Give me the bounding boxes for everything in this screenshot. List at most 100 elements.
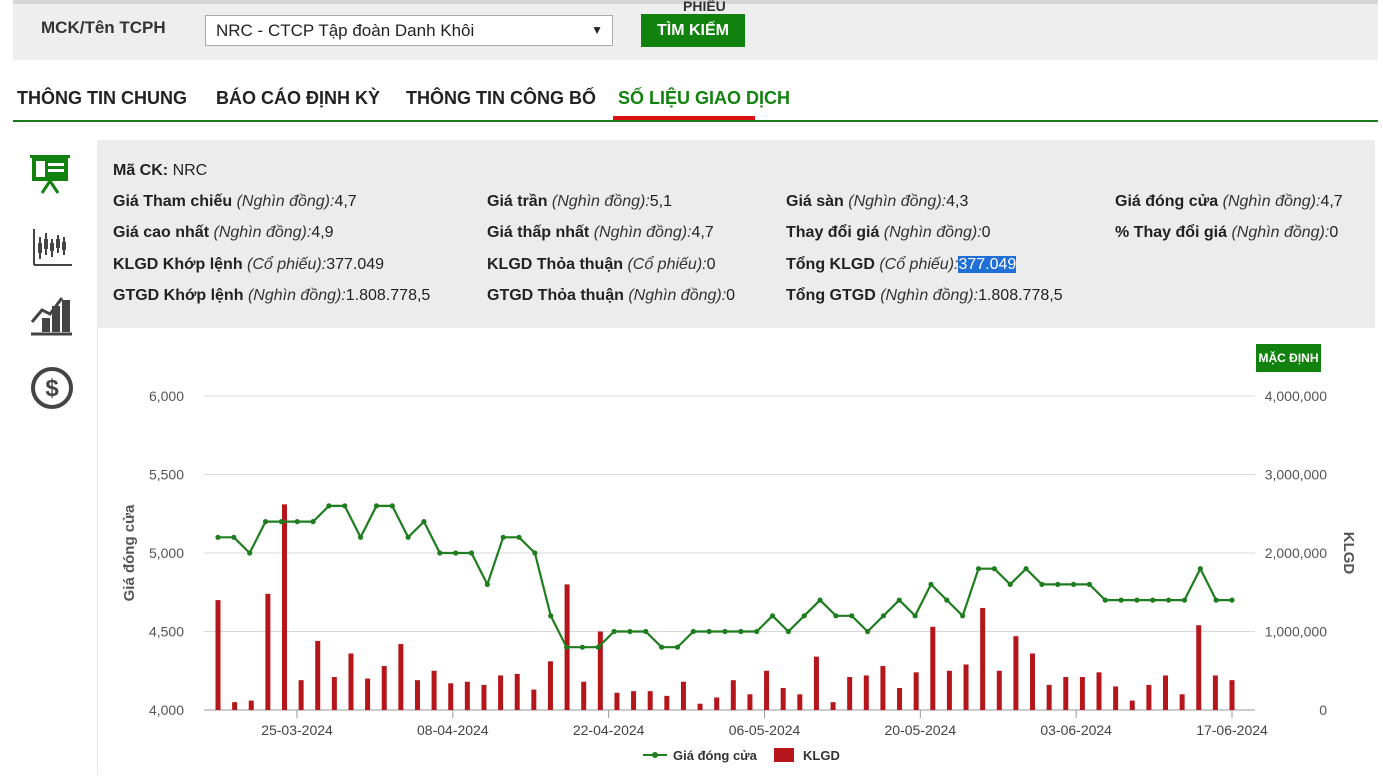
chevron-down-icon: ▼ (591, 23, 603, 37)
price-point (1039, 581, 1045, 587)
price-point (975, 566, 982, 572)
info-field-value: 4,9 (311, 224, 334, 241)
price-point (453, 550, 459, 556)
volume-bar (315, 640, 321, 710)
volume-bar (747, 694, 753, 710)
tab-trading-data[interactable]: SỐ LIỆU GIAO DỊCH (618, 88, 790, 109)
price-point (1181, 597, 1188, 603)
info-field: % Thay đổi giá (Nghìn đồng):0 (1115, 224, 1339, 241)
quote-info-panel: Mã CK: NRC Giá Tham chiếu (Nghìn đồng):4… (97, 140, 1375, 328)
x-tick-label: 08-04-2024 (417, 722, 489, 738)
info-field-value: 4,7 (691, 224, 714, 241)
y2-tick-label: 3,000,000 (1265, 467, 1327, 483)
volume-bar (281, 504, 287, 710)
price-point (278, 519, 284, 525)
default-button[interactable]: MẶC ĐỊNH (1256, 344, 1321, 372)
legend-line-marker (652, 752, 658, 758)
y-tick-label: 4,000 (149, 702, 184, 718)
price-point (801, 613, 807, 619)
info-field: Thay đổi giá (Nghìn đồng):0 (786, 224, 991, 241)
y-tick-label: 5,000 (149, 545, 184, 561)
volume-bar (248, 700, 254, 710)
price-point (1166, 597, 1172, 603)
search-button[interactable]: TÌM KIẾM (641, 14, 745, 47)
price-point (912, 613, 918, 619)
candlestick-chart-icon[interactable] (28, 225, 76, 273)
growth-chart-icon[interactable] (28, 292, 76, 340)
volume-bar (614, 692, 620, 710)
volume-bar (764, 670, 770, 710)
price-point (1023, 566, 1029, 572)
volume-bar (431, 670, 437, 710)
info-field-value: 4,3 (946, 193, 969, 210)
y-tick-label: 5,500 (149, 467, 184, 483)
search-button-overflow-text: PHIẾU (683, 0, 726, 14)
price-point (326, 503, 332, 509)
price-point (421, 519, 427, 525)
price-volume-chart: MẶC ĐỊNH 4,000 4,500 5,000 5,500 6,000 0 1,000… (97, 328, 1376, 775)
volume-bar (1113, 686, 1119, 710)
volume-bar (398, 644, 404, 710)
volume-bar (1079, 677, 1085, 710)
price-point (674, 644, 681, 650)
price-point (405, 534, 411, 540)
price-point (738, 628, 744, 635)
info-field: Giá thấp nhất (Nghìn đồng):4,7 (487, 224, 714, 241)
price-point (1118, 597, 1124, 603)
volume-bar (1030, 653, 1036, 710)
price-point (532, 550, 538, 556)
price-point (833, 613, 839, 619)
volume-bar (1013, 636, 1019, 710)
price-point (817, 597, 823, 603)
price-point (262, 519, 269, 525)
price-point (849, 613, 855, 619)
volume-bar (647, 691, 653, 710)
price-point (215, 534, 221, 540)
x-tick-label: 25-03-2024 (261, 722, 333, 738)
ticker-select-value: NRC - CTCP Tập đoàn Danh Khôi (216, 21, 475, 40)
price-point (468, 550, 475, 556)
info-field: Giá cao nhất (Nghìn đồng):4,9 (113, 224, 334, 241)
tab-disclosures[interactable]: THÔNG TIN CÔNG BỐ (406, 88, 596, 109)
volume-bar (581, 681, 587, 710)
price-point (722, 628, 728, 635)
volume-bar (232, 702, 238, 710)
ticker-select[interactable]: NRC - CTCP Tập đoàn Danh Khôi ▼ (205, 15, 613, 46)
volume-bar (381, 666, 387, 710)
info-field-value: 377.049 (326, 256, 385, 273)
volume-bar (547, 661, 553, 710)
volume-bar (215, 600, 221, 710)
price-point (1102, 597, 1108, 603)
price-point (944, 597, 950, 603)
info-field: GTGD Khớp lệnh (Nghìn đồng):1.808.778,5 (113, 287, 431, 304)
price-point (643, 628, 649, 635)
volume-bar (880, 666, 886, 710)
price-point (928, 581, 934, 587)
legend-label-price: Giá đóng cửa (673, 748, 758, 763)
volume-bar (348, 653, 354, 710)
info-field: Giá sàn (Nghìn đồng):4,3 (786, 193, 969, 210)
search-bar: MCK/Tên TCPH NRC - CTCP Tập đoàn Danh Kh… (13, 0, 1378, 60)
info-field-value: 1.808.778,5 (978, 287, 1063, 304)
price-point (1229, 597, 1235, 603)
price-point (864, 628, 871, 635)
dollar-coin-icon[interactable]: $ (28, 364, 76, 412)
info-field-value: 0 (726, 287, 736, 304)
presentation-board-icon[interactable] (28, 150, 76, 198)
volume-bar (813, 656, 819, 710)
info-field: KLGD Khớp lệnh (Cổ phiếu):377.049 (113, 256, 385, 273)
volume-bar (514, 673, 520, 710)
volume-bar (1179, 694, 1185, 710)
legend-bar-swatch (774, 748, 794, 762)
tab-general-info[interactable]: THÔNG TIN CHUNG (17, 88, 187, 109)
volume-bar (797, 694, 803, 710)
tab-periodic-reports[interactable]: BÁO CÁO ĐỊNH KỲ (216, 88, 380, 109)
y-tick-label: 6,000 (149, 388, 184, 404)
volume-bar (664, 695, 670, 710)
price-point (1086, 581, 1093, 587)
price-point (1134, 597, 1140, 603)
volume-bar (1129, 700, 1135, 710)
price-point (516, 534, 522, 540)
price-point (548, 613, 554, 619)
main-tabs: THÔNG TIN CHUNG BÁO CÁO ĐỊNH KỲ THÔNG TI… (13, 82, 1378, 122)
